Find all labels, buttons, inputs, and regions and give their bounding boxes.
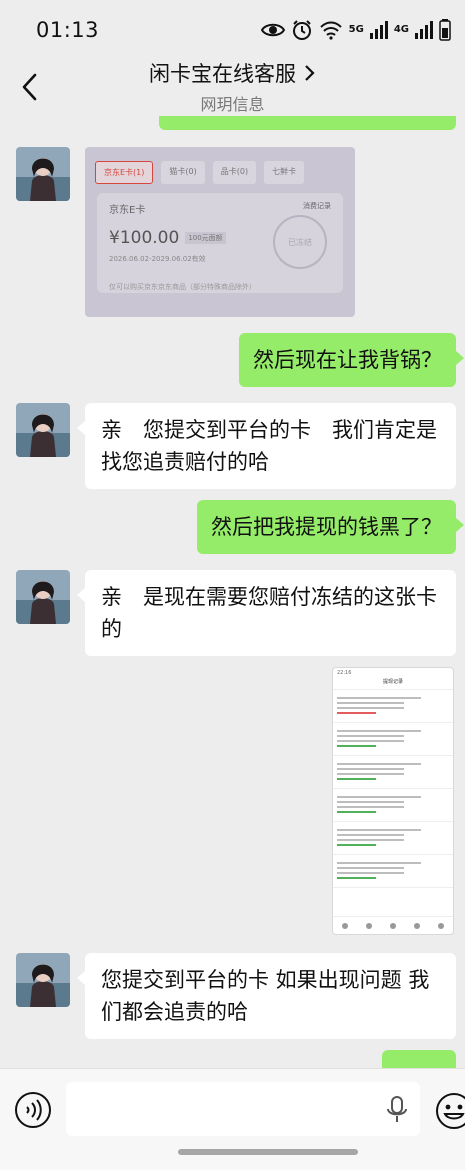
avatar[interactable]	[16, 403, 70, 457]
page-title: 闲卡宝在线客服	[149, 61, 296, 86]
voice-icon[interactable]	[14, 1091, 52, 1129]
card-badge: 100元面额	[185, 232, 226, 244]
signal-icon	[369, 21, 388, 39]
screenshot-record	[333, 756, 453, 789]
message-bubble-right[interactable]: 嗯嗯	[382, 1050, 456, 1068]
eye-icon	[260, 23, 285, 37]
screenshot-image-message[interactable]: 22:16 提现记录	[332, 667, 454, 935]
wifi-icon	[319, 21, 342, 40]
image-tab: 七鲜卡	[264, 161, 305, 184]
message-bubble-left[interactable]: 亲 您提交到平台的卡 我们肯定是找您追责赔付的哈	[77, 403, 456, 489]
home-indicator	[178, 1149, 358, 1155]
signal-icon	[415, 21, 433, 39]
screenshot-record	[333, 690, 453, 723]
status-time: 01:13	[36, 18, 100, 42]
emoji-icon[interactable]	[434, 1091, 465, 1131]
mic-icon[interactable]	[386, 1096, 408, 1124]
chevron-right-icon	[305, 64, 315, 81]
message-input[interactable]	[66, 1082, 420, 1136]
card-record-link: 消费记录	[303, 202, 331, 210]
back-icon[interactable]	[18, 72, 42, 102]
message-bubble-left[interactable]: 您提交到平台的卡 如果出现问题 我们都会追责的哈	[77, 953, 456, 1039]
image-tab: 品卡(0)	[212, 161, 257, 184]
alarm-icon	[292, 20, 311, 40]
avatar[interactable]	[16, 147, 70, 201]
screenshot-nav	[333, 916, 453, 934]
card-brand: 京东E卡	[109, 205, 146, 216]
avatar[interactable]	[16, 953, 70, 1007]
screenshot-record	[333, 855, 453, 888]
title-row[interactable]: 闲卡宝在线客服	[149, 58, 316, 88]
screenshot-record	[333, 723, 453, 756]
image-tab: 猫卡(0)	[161, 161, 205, 184]
message-bubble-left[interactable]: 亲 是现在需要您赔付冻结的这张卡的	[77, 570, 456, 656]
message-list[interactable]: 京东E卡(1) 猫卡(0) 品卡(0) 七鲜卡 京东E卡 消费记录 ¥100.0…	[0, 116, 465, 1068]
image-message-card[interactable]: 京东E卡(1) 猫卡(0) 品卡(0) 七鲜卡 京东E卡 消费记录 ¥100.0…	[85, 147, 355, 317]
status-icons: 5G 4G	[260, 19, 451, 41]
chat-screen: 01:13 5G 4G 闲卡宝在线客服 网玥信息 京东E卡(1) 猫卡(0) 品…	[0, 0, 465, 1170]
message-bubble-right[interactable]: 然后把我提现的钱黑了？	[197, 500, 464, 554]
message-bubble-right[interactable]: 然后现在让我背锅？	[239, 333, 464, 387]
chat-header: 闲卡宝在线客服 网玥信息	[0, 56, 465, 116]
frozen-stamp: 已冻结	[273, 215, 327, 269]
input-bar	[0, 1068, 465, 1170]
card-note: 仅可以购买京东京东商品（部分特殊商品除外）	[109, 283, 256, 291]
screenshot-status: 22:16	[337, 670, 352, 676]
screenshot-record	[333, 789, 453, 822]
page-subtitle: 网玥信息	[200, 94, 265, 114]
screenshot-record	[333, 822, 453, 855]
partial-bubble	[159, 116, 456, 130]
card-amount: ¥100.00	[109, 228, 180, 248]
image-tabs: 京东E卡(1) 猫卡(0) 品卡(0) 七鲜卡	[95, 161, 305, 184]
image-tab: 京东E卡(1)	[95, 161, 154, 184]
screenshot-title: 提现记录	[333, 678, 453, 690]
network-4g-label: 4G	[393, 24, 409, 35]
status-bar: 01:13 5G 4G	[0, 0, 465, 60]
network-5g-label: 5G	[348, 24, 364, 35]
battery-icon	[439, 19, 451, 41]
avatar[interactable]	[16, 570, 70, 624]
